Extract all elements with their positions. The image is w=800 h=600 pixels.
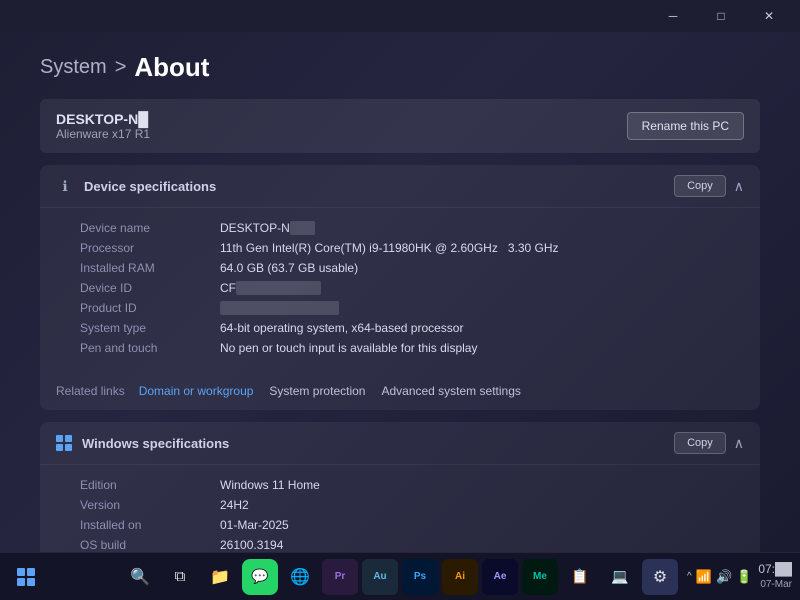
spec-label: Device ID — [80, 281, 220, 295]
taskbar-time-display: 07:██ — [758, 562, 792, 578]
windows-specs-copy-button[interactable]: Copy — [674, 432, 726, 454]
device-specs-table: Device name DESKTOP-N███ Processor 11th … — [40, 208, 760, 372]
battery-icon[interactable]: 🔋 — [736, 569, 752, 585]
device-specs-actions: Copy ∧ — [674, 175, 744, 197]
windows-logo-icon — [56, 435, 72, 451]
device-info: DESKTOP-N█ Alienware x17 R1 — [56, 111, 150, 141]
table-row: System type 64-bit operating system, x64… — [80, 318, 744, 338]
volume-icon[interactable]: 🔊 — [716, 569, 732, 585]
spec-value: 01-Mar-2025 — [220, 518, 744, 532]
taskbar-clock[interactable]: 07:██ 07-Mar — [758, 562, 792, 591]
this-pc-icon[interactable]: 💻 — [602, 559, 638, 595]
spec-label: Version — [80, 498, 220, 512]
main-content: System > About DESKTOP-N█ Alienware x17 … — [0, 32, 800, 552]
spec-value: 26100.3194 — [220, 538, 744, 552]
device-header-box: DESKTOP-N█ Alienware x17 R1 Rename this … — [40, 99, 760, 153]
illustrator-icon[interactable]: Ai — [442, 559, 478, 595]
taskbar: 🔍 ⧉ 📁 💬 🌐 Pr Au Ps Ai Ae Me 📋 💻 ⚙ ^ 📶 🔊 — [0, 552, 800, 600]
device-specs-section: ℹ Device specifications Copy ∧ Device na… — [40, 165, 760, 410]
windows-specs-chevron[interactable]: ∧ — [734, 435, 744, 452]
windows-start-icon — [17, 568, 35, 586]
title-bar: ─ □ ✕ — [0, 0, 800, 32]
taskbar-center: 🔍 ⧉ 📁 💬 🌐 Pr Au Ps Ai Ae Me 📋 💻 ⚙ — [122, 559, 678, 595]
whatsapp-icon[interactable]: 💬 — [242, 559, 278, 595]
settings-icon[interactable]: ⚙ — [642, 559, 678, 595]
spec-label: Device name — [80, 221, 220, 235]
wifi-icon[interactable]: 📶 — [696, 569, 712, 585]
spec-value: No pen or touch input is available for t… — [220, 341, 744, 355]
maximize-button[interactable]: □ — [698, 0, 744, 32]
premiere-icon[interactable]: Pr — [322, 559, 358, 595]
task-view-icon[interactable]: ⧉ — [162, 559, 198, 595]
table-row: OS build 26100.3194 — [80, 535, 744, 552]
windows-specs-header-left: Windows specifications — [56, 435, 229, 451]
spec-value: DESKTOP-N███ — [220, 221, 744, 235]
device-specs-header-left: ℹ Device specifications — [56, 177, 216, 195]
taskbar-date-display: 07-Mar — [758, 578, 792, 591]
table-row: Device ID CF██████████ — [80, 278, 744, 298]
spec-value: CF██████████ — [220, 281, 744, 295]
spec-label: Pen and touch — [80, 341, 220, 355]
breadcrumb-separator: > — [115, 56, 127, 79]
start-button[interactable] — [8, 559, 44, 595]
spec-label: Installed on — [80, 518, 220, 532]
spec-value: 64.0 GB (63.7 GB usable) — [220, 261, 744, 275]
spec-value: 11th Gen Intel(R) Core(TM) i9-11980HK @ … — [220, 241, 744, 255]
audition-icon[interactable]: Au — [362, 559, 398, 595]
breadcrumb-current: About — [134, 52, 209, 83]
windows-specs-title: Windows specifications — [82, 436, 229, 451]
breadcrumb: System > About — [40, 52, 760, 83]
device-specs-title: Device specifications — [84, 179, 216, 194]
spec-value: 24H2 — [220, 498, 744, 512]
table-row: Device name DESKTOP-N███ — [80, 218, 744, 238]
spec-label: Installed RAM — [80, 261, 220, 275]
search-taskbar-icon[interactable]: 🔍 — [122, 559, 158, 595]
table-row: Installed on 01-Mar-2025 — [80, 515, 744, 535]
windows-specs-table: Edition Windows 11 Home Version 24H2 Ins… — [40, 465, 760, 552]
windows-specs-section: Windows specifications Copy ∧ Edition Wi… — [40, 422, 760, 552]
spec-value: 64-bit operating system, x64-based proce… — [220, 321, 744, 335]
table-row: Installed RAM 64.0 GB (63.7 GB usable) — [80, 258, 744, 278]
rename-pc-button[interactable]: Rename this PC — [627, 112, 744, 140]
window-controls: ─ □ ✕ — [650, 0, 792, 32]
table-row: Product ID ██████████████ — [80, 298, 744, 318]
windows-specs-header: Windows specifications Copy ∧ — [40, 422, 760, 465]
device-specs-copy-button[interactable]: Copy — [674, 175, 726, 197]
file-explorer-icon[interactable]: 📁 — [202, 559, 238, 595]
photoshop-icon[interactable]: Ps — [402, 559, 438, 595]
system-tray: ^ 📶 🔊 🔋 — [687, 569, 752, 585]
chrome-icon[interactable]: 🌐 — [282, 559, 318, 595]
windows-specs-actions: Copy ∧ — [674, 432, 744, 454]
breadcrumb-parent[interactable]: System — [40, 56, 107, 79]
device-specs-header: ℹ Device specifications Copy ∧ — [40, 165, 760, 208]
device-model-display: Alienware x17 R1 — [56, 127, 150, 141]
related-links-label: Related links — [56, 384, 125, 398]
spec-label: System type — [80, 321, 220, 335]
table-row: Version 24H2 — [80, 495, 744, 515]
domain-workgroup-link[interactable]: Domain or workgroup — [133, 382, 260, 400]
system-protection-link[interactable]: System protection — [263, 382, 371, 400]
clipboard-icon[interactable]: 📋 — [562, 559, 598, 595]
device-specs-chevron[interactable]: ∧ — [734, 178, 744, 195]
spec-label: OS build — [80, 538, 220, 552]
spec-label: Product ID — [80, 301, 220, 315]
mediaencoder-icon[interactable]: Me — [522, 559, 558, 595]
spec-label: Edition — [80, 478, 220, 492]
minimize-button[interactable]: ─ — [650, 0, 696, 32]
table-row: Processor 11th Gen Intel(R) Core(TM) i9-… — [80, 238, 744, 258]
table-row: Pen and touch No pen or touch input is a… — [80, 338, 744, 358]
table-row: Edition Windows 11 Home — [80, 475, 744, 495]
aftereffects-icon[interactable]: Ae — [482, 559, 518, 595]
taskbar-right: ^ 📶 🔊 🔋 07:██ 07-Mar — [687, 562, 792, 591]
spec-label: Processor — [80, 241, 220, 255]
spec-value: ██████████████ — [220, 301, 744, 315]
taskbar-left — [8, 559, 44, 595]
close-button[interactable]: ✕ — [746, 0, 792, 32]
spec-value: Windows 11 Home — [220, 478, 744, 492]
info-icon: ℹ — [56, 177, 74, 195]
related-links-bar: Related links Domain or workgroup System… — [40, 372, 760, 410]
advanced-system-settings-link[interactable]: Advanced system settings — [375, 382, 526, 400]
tray-expand-icon[interactable]: ^ — [687, 571, 692, 582]
device-name-display: DESKTOP-N█ — [56, 111, 150, 127]
